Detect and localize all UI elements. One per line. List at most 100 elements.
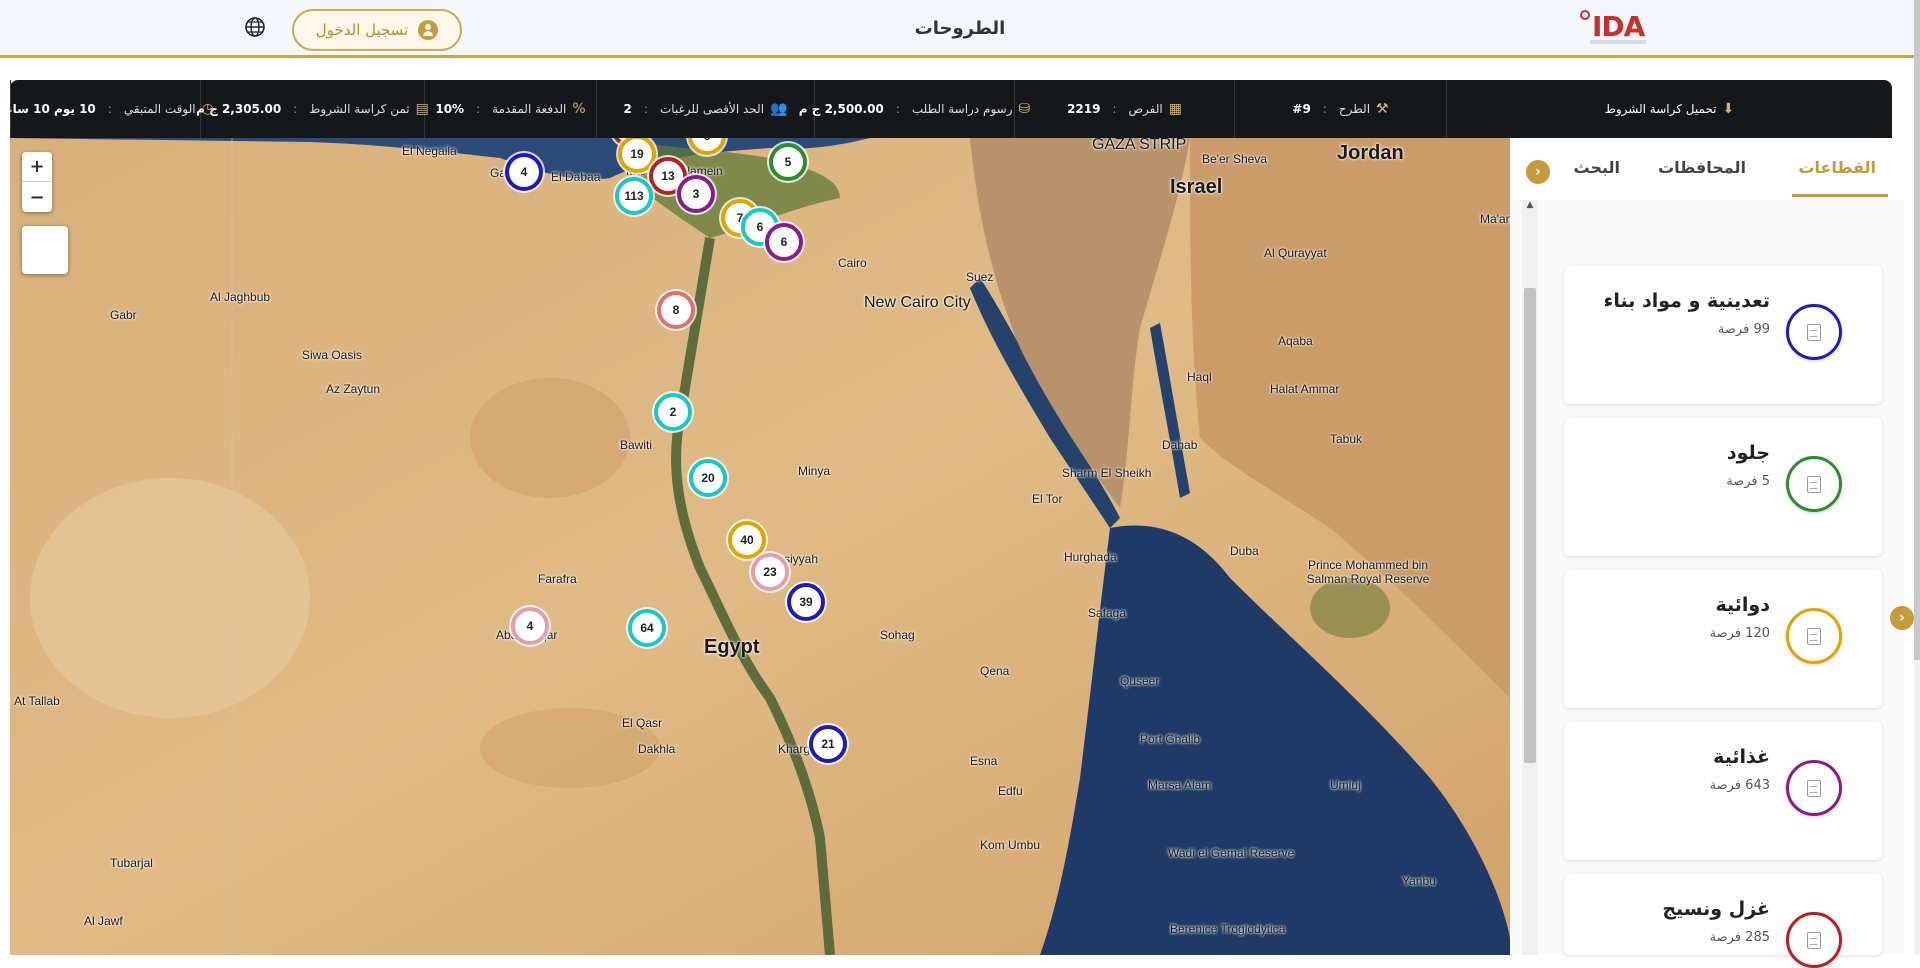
document-icon xyxy=(1807,627,1821,645)
gavel-icon: ⚒ xyxy=(1376,101,1389,117)
sector-icon-badge xyxy=(1786,456,1842,512)
sectors-sidebar: القطاعات المحافظات البحث › ▲ تعدينية و م… xyxy=(1510,138,1904,968)
sector-opportunity-count: 120 فرصة xyxy=(1709,626,1770,641)
map-place-label: Suez xyxy=(966,270,994,284)
sector-opportunity-count: 285 فرصة xyxy=(1709,930,1770,945)
map-place-label: El Dabaa xyxy=(551,170,601,184)
info-label: رسوم دراسة الطلب xyxy=(911,102,1013,116)
logo-ring-icon xyxy=(1580,10,1590,20)
opportunity-cluster-marker[interactable]: 4 xyxy=(511,607,549,645)
chevron-right-icon[interactable]: › xyxy=(1526,160,1550,184)
sector-card[interactable]: دوائية 120 فرصة xyxy=(1564,570,1882,708)
opportunity-cluster-marker[interactable]: 40 xyxy=(728,521,766,559)
map-place-label: Jordan xyxy=(1337,142,1404,164)
clock-icon: ◷ xyxy=(201,101,214,117)
active-tab-indicator xyxy=(1792,194,1888,197)
opportunity-cluster-marker[interactable]: 3 xyxy=(677,175,715,213)
logo-subtext-bar xyxy=(1590,40,1646,44)
zoom-out-button[interactable]: − xyxy=(22,182,52,212)
sector-card[interactable]: غذائية 643 فرصة xyxy=(1564,722,1882,860)
document-icon xyxy=(1807,931,1821,949)
info-max-wishes: 👥 الحد الأقصى للرغبات:2 xyxy=(596,80,814,138)
login-button[interactable]: تسجيل الدخول xyxy=(292,9,462,51)
opportunity-cluster-marker[interactable]: 2 xyxy=(654,393,692,431)
opportunity-cluster-marker[interactable]: 20 xyxy=(689,459,727,497)
login-label: تسجيل الدخول xyxy=(315,21,409,39)
info-label: الوقت المتبقي xyxy=(123,102,196,116)
opportunity-cluster-marker[interactable]: 4 xyxy=(505,153,543,191)
info-booklet-price: ▤ ثمن كراسة الشروط:2,305.00 ج م xyxy=(196,80,429,138)
map-place-label: Al Jaghbub xyxy=(210,290,271,304)
sector-opportunity-count: 5 فرصة xyxy=(1726,474,1770,489)
opportunity-cluster-marker[interactable]: 8 xyxy=(657,291,695,329)
map-place-label: Marsa Alam xyxy=(1148,778,1212,792)
map-place-label: Az Zaytun xyxy=(326,382,381,396)
info-download[interactable]: ⬇ تحميل كراسة الشروط xyxy=(1446,80,1892,138)
map-place-label: Sohag xyxy=(880,628,915,642)
info-separator: : xyxy=(476,102,481,116)
map-place-label: Haql xyxy=(1187,370,1212,384)
opportunity-cluster-marker[interactable]: 21 xyxy=(809,725,847,763)
page-scrollbar[interactable] xyxy=(1914,0,1920,955)
map-place-label: Minya xyxy=(798,464,831,478)
map-place-label: Bawiti xyxy=(620,438,653,452)
layer-toggle-button[interactable] xyxy=(22,226,68,274)
zoom-in-button[interactable]: + xyxy=(22,152,52,182)
sector-title: دوائية xyxy=(1715,594,1771,616)
collapse-sidebar-arrow-icon[interactable]: › xyxy=(1890,606,1914,630)
map-view[interactable]: + − Jordan Israel GAZA STRIP Egypt Cairo New … xyxy=(10,138,1510,955)
map-place-label: Safaga xyxy=(1088,606,1127,620)
sector-card[interactable]: غزل ونسيج 285 فرصة xyxy=(1564,874,1882,968)
sidebar-scroll-thumb[interactable] xyxy=(1524,288,1536,763)
page-scroll-thumb[interactable] xyxy=(1914,0,1920,660)
map-place-label: GAZA STRIP xyxy=(1092,138,1187,153)
info-separator: : xyxy=(293,102,298,116)
ida-logo[interactable]: IDA xyxy=(1580,8,1652,48)
info-time-left: ◷ الوقت المتبقي:10 يوم 10 ساعة xyxy=(0,80,214,138)
sector-opportunity-count: 643 فرصة xyxy=(1709,778,1770,793)
map-place-label: Port Ghalib xyxy=(1140,732,1201,746)
info-application-fee: ⛁ رسوم دراسة الطلب:2,500.00 ج م xyxy=(799,80,1030,138)
opportunity-cluster-marker[interactable]: 113 xyxy=(615,177,653,215)
info-separator: : xyxy=(107,102,112,116)
globe-icon[interactable] xyxy=(244,16,266,38)
sector-title: غزل ونسيج xyxy=(1662,898,1770,920)
document-icon xyxy=(1807,323,1821,341)
book-icon: ▤ xyxy=(415,101,429,117)
info-value: 2219 xyxy=(1067,102,1101,116)
info-separator: : xyxy=(1322,102,1327,116)
map-place-label: Yanbu xyxy=(1402,874,1436,888)
map-place-label: Israel xyxy=(1170,176,1223,198)
tab-sectors[interactable]: القطاعات xyxy=(1798,158,1876,177)
sector-title: جلود xyxy=(1726,442,1770,464)
map-place-label: El Qasr xyxy=(622,716,663,730)
top-header: IDA الطروحات تسجيل الدخول xyxy=(0,0,1914,58)
opportunity-cluster-marker[interactable]: 6 xyxy=(765,223,803,261)
tab-governorates[interactable]: المحافظات xyxy=(1658,158,1746,177)
users-icon: 👥 xyxy=(770,101,788,117)
opportunity-cluster-marker[interactable]: 39 xyxy=(787,583,825,621)
info-opportunities: ▦ الفرص:2219 xyxy=(1014,80,1234,138)
user-circle-icon xyxy=(418,20,439,40)
map-place-label: Al Qurayyat xyxy=(1264,246,1327,260)
opportunity-cluster-marker[interactable]: 5 xyxy=(769,143,807,181)
sector-icon-badge xyxy=(1786,912,1842,968)
sector-icon-badge xyxy=(1786,304,1842,360)
sector-card[interactable]: تعدينية و مواد بناء 99 فرصة xyxy=(1564,266,1882,404)
scroll-up-arrow-icon[interactable]: ▲ xyxy=(1524,200,1536,216)
sector-title: تعدينية و مواد بناء xyxy=(1603,290,1770,312)
opportunity-cluster-marker[interactable]: 23 xyxy=(751,553,789,591)
logo-text: IDA xyxy=(1592,10,1645,43)
sector-card[interactable]: جلود 5 فرصة xyxy=(1564,418,1882,556)
opportunity-cluster-marker[interactable]: 64 xyxy=(628,609,666,647)
info-value: 10% xyxy=(435,102,465,116)
map-place-label: Edfu xyxy=(998,784,1023,798)
map-place-label: Umluj xyxy=(1330,778,1361,792)
map-place-label: Gabr xyxy=(110,308,137,322)
percent-icon: % xyxy=(572,101,586,117)
info-down-payment: % الدفعة المقدمة:10% xyxy=(424,80,596,138)
sector-icon-badge xyxy=(1786,760,1842,816)
map-place-label: Duba xyxy=(1230,544,1259,558)
map-place-label: New Cairo City xyxy=(864,294,971,311)
tab-search[interactable]: البحث xyxy=(1574,158,1621,177)
